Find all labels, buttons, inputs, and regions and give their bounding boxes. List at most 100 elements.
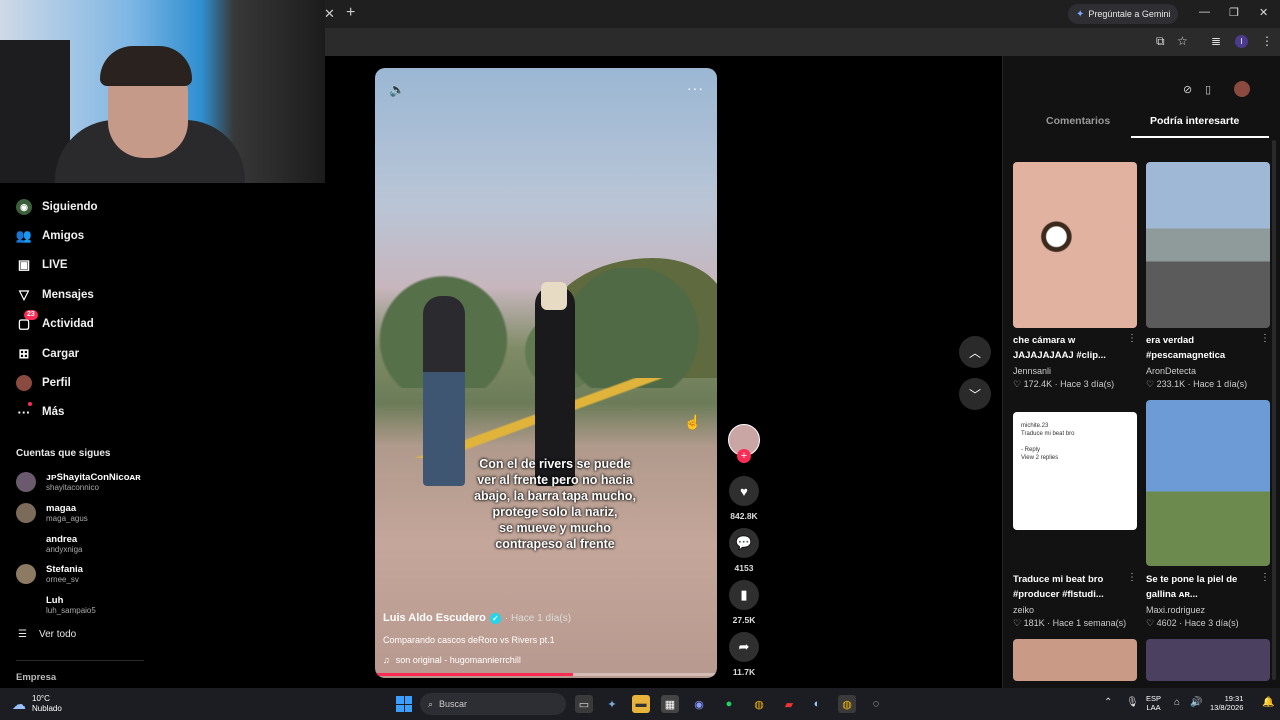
video-author[interactable]: Luis Aldo Escudero ✓ · Hace 1 día(s) (383, 612, 571, 624)
video-thumbnail[interactable] (1013, 162, 1137, 328)
video-player[interactable]: 🔈 ··· Con el de rivers se puede ver al f… (375, 68, 717, 678)
reading-list-icon[interactable]: ≣ (1211, 34, 1221, 48)
share-icon: ➦ (738, 639, 750, 654)
copilot-icon[interactable]: ✦ (603, 695, 621, 713)
company-link[interactable]: Empresa (16, 672, 56, 683)
sidebar-item-mensajes[interactable]: ▽ Mensajes (16, 285, 94, 305)
weather-status: Nublado (32, 704, 62, 713)
see-all-link[interactable]: ☰ Ver todo (18, 629, 76, 640)
account-item[interactable]: ᴊᴘShayitaConNicoᴀʀ shayitaconnico (16, 469, 141, 495)
taskbar-search[interactable]: ⌕ Buscar (420, 693, 566, 715)
card-author[interactable]: Jennsanli (1013, 366, 1051, 376)
app-icon-2[interactable]: ◌ (867, 695, 885, 713)
volume-icon[interactable]: 🔈 (389, 82, 405, 98)
card-menu-icon[interactable]: ⋮ (1260, 333, 1270, 344)
card-author[interactable]: Maxi.rodriguez (1146, 605, 1205, 615)
account-item[interactable]: Stefania ornee_sv (16, 561, 83, 587)
user-avatar[interactable] (1234, 81, 1250, 97)
save-button[interactable]: ▮ (729, 580, 759, 610)
follow-plus-icon[interactable]: + (737, 449, 751, 463)
compass-icon[interactable]: ⊘ (1183, 83, 1192, 96)
share-button[interactable]: ➦ (729, 632, 759, 662)
app-icon[interactable]: ◉ (690, 695, 708, 713)
next-video-button[interactable]: ﹀ (959, 378, 991, 410)
steam-icon[interactable]: ◐ (808, 695, 826, 713)
video-thumbnail[interactable] (1013, 639, 1137, 681)
volume-tray-icon[interactable]: 🔊 (1190, 697, 1202, 708)
comment-button[interactable]: 💬 (729, 528, 759, 558)
card-time: Hace 3 día(s) (1184, 618, 1239, 628)
new-tab-button[interactable]: + (346, 4, 355, 22)
install-app-icon[interactable]: ⧉ (1156, 34, 1165, 49)
notifications-icon[interactable]: 🔔 (1262, 697, 1274, 708)
card-menu-icon[interactable]: ⋮ (1127, 572, 1137, 583)
file-explorer-icon[interactable]: ▬ (632, 695, 650, 713)
bookmark-star-icon[interactable]: ☆ (1177, 34, 1188, 48)
sidebar-item-perfil[interactable]: Perfil (16, 373, 71, 393)
video-thumbnail[interactable] (1146, 162, 1270, 328)
device-icon[interactable]: ▯ (1205, 83, 1211, 96)
card-title[interactable]: Traduce mi beat bro #producer #flstudi..… (1013, 572, 1131, 602)
network-icon[interactable]: ⌂ (1174, 697, 1180, 708)
webcam-hair (100, 46, 192, 86)
video-thumbnail[interactable]: michite.23 Traduce mi beat bro - Reply V… (1013, 412, 1137, 530)
activity-badge: 23 (24, 310, 38, 320)
card-author[interactable]: zeiko (1013, 605, 1034, 615)
more-options-icon[interactable]: ··· (687, 80, 704, 96)
card-title[interactable]: che cámara w JAJAJAJAAJ #clip... (1013, 333, 1131, 363)
chrome-active-icon[interactable]: ◍ (838, 695, 856, 713)
tab-podria-interesarte[interactable]: Podría interesarte (1150, 115, 1239, 127)
address-bar[interactable] (330, 32, 1130, 52)
card-title[interactable]: era verdad #pescamagnetica (1146, 333, 1264, 363)
store-icon[interactable]: ▦ (661, 695, 679, 713)
sidebar-item-actividad[interactable]: ▢ 23 Actividad (16, 310, 94, 334)
weather-widget[interactable]: ☁ 10°C Nublado (12, 694, 62, 714)
microphone-icon[interactable]: 🎙 (1126, 697, 1139, 708)
card-likes: 172.4K (1023, 379, 1053, 389)
system-clock[interactable]: 19:31 13/8/2026 (1210, 694, 1243, 712)
account-name: ᴊᴘShayitaConNicoᴀʀ (46, 472, 141, 483)
sidebar-item-mas[interactable]: ··· Más (16, 402, 64, 422)
input-language[interactable]: ESP LAA (1146, 694, 1161, 712)
minimize-button[interactable]: — (1199, 6, 1210, 18)
card-time: Hace 1 semana(s) (1052, 618, 1127, 628)
browser-profile-avatar[interactable]: I (1235, 35, 1248, 48)
tab-close-icon[interactable]: ✕ (324, 6, 335, 22)
account-handle: ornee_sv (46, 575, 79, 584)
sound-link[interactable]: ♫ son original - hugomannierrchill (383, 655, 521, 665)
maximize-button[interactable]: ❐ (1229, 6, 1239, 19)
gemini-button[interactable]: ✦ Pregúntale a Gemini (1068, 4, 1179, 24)
task-view-icon[interactable]: ▭ (575, 695, 593, 713)
account-handle: shayitaconnico (46, 483, 99, 492)
card-menu-icon[interactable]: ⋮ (1127, 333, 1137, 344)
card-title[interactable]: Se te pone la piel de gallina ᴀʀ... (1146, 572, 1264, 602)
post-time: · Hace 1 día(s) (504, 612, 572, 624)
video-thumbnail[interactable] (1146, 400, 1270, 566)
chrome-icon[interactable]: ◍ (750, 695, 768, 713)
spotify-icon[interactable]: ● (720, 695, 738, 713)
sidebar-item-amigos[interactable]: 👥 Amigos (16, 226, 84, 246)
account-item[interactable]: andrea andyxniga (16, 531, 82, 557)
card-likes: 4602 (1156, 618, 1177, 628)
like-button[interactable]: ♥ (729, 476, 759, 506)
card-menu-icon[interactable]: ⋮ (1260, 572, 1270, 583)
previous-video-button[interactable]: ︿ (959, 336, 991, 368)
card-author[interactable]: AronDetecta (1146, 366, 1196, 376)
scrollbar[interactable] (1272, 140, 1276, 680)
tray-expand-icon[interactable]: ⌃ (1104, 697, 1112, 708)
windows-start-button[interactable] (396, 696, 412, 712)
app-red-icon[interactable]: ▰ (780, 695, 798, 713)
avatar (16, 503, 36, 523)
account-item[interactable]: magaa maga_agus (16, 500, 88, 526)
video-thumbnail[interactable] (1146, 639, 1270, 681)
close-window-button[interactable]: ✕ (1259, 6, 1268, 19)
account-item[interactable]: Luh luh_sampaio5 (16, 592, 96, 618)
avatar (16, 472, 36, 492)
browser-menu-icon[interactable]: ⋮ (1261, 34, 1273, 48)
sidebar-item-label: Siguiendo (42, 201, 98, 213)
clock-time: 19:31 (1224, 694, 1244, 703)
tab-comentarios[interactable]: Comentarios (1046, 115, 1110, 127)
sidebar-item-siguiendo[interactable]: ◉ Siguiendo (16, 197, 98, 217)
sidebar-item-live[interactable]: ▣ LIVE (16, 255, 68, 275)
sidebar-item-cargar[interactable]: ⊞ Cargar (16, 344, 80, 364)
